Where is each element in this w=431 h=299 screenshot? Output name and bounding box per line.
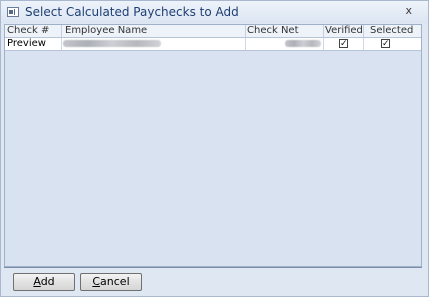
paychecks-grid: Check # Employee Name Check Net Verified… xyxy=(4,24,422,267)
column-divider xyxy=(245,25,246,37)
button-bar: Add Cancel xyxy=(4,267,422,294)
cell-check-number: Preview xyxy=(7,38,46,49)
cancel-button[interactable]: Cancel xyxy=(80,273,142,291)
column-header-verified[interactable]: Verified xyxy=(325,25,363,37)
dialog-window: Select Calculated Paychecks to Add x Che… xyxy=(0,0,429,297)
cell-divider xyxy=(245,38,246,50)
add-button[interactable]: Add xyxy=(13,273,75,291)
add-button-accesskey: A xyxy=(33,275,41,288)
cell-divider xyxy=(363,38,364,50)
table-row[interactable]: Preview ✓ ✓ xyxy=(5,38,421,51)
selected-checkbox[interactable]: ✓ xyxy=(381,39,390,49)
column-header-check-number[interactable]: Check # xyxy=(7,25,49,37)
column-header-selected[interactable]: Selected xyxy=(370,25,413,37)
column-divider xyxy=(363,25,364,37)
column-divider xyxy=(323,25,324,37)
verified-checkbox[interactable]: ✓ xyxy=(339,39,348,49)
cell-divider xyxy=(323,38,324,50)
column-divider xyxy=(61,25,62,37)
app-window-icon xyxy=(7,7,19,17)
column-header-check-net[interactable]: Check Net xyxy=(247,25,299,37)
grid-header: Check # Employee Name Check Net Verified… xyxy=(5,25,421,38)
cancel-button-label: ancel xyxy=(100,275,130,288)
redacted-employee-name xyxy=(63,40,161,47)
title-bar[interactable]: Select Calculated Paychecks to Add x xyxy=(1,1,428,23)
column-header-employee-name[interactable]: Employee Name xyxy=(65,25,147,37)
window-title: Select Calculated Paychecks to Add xyxy=(25,5,239,19)
close-icon[interactable]: x xyxy=(405,4,412,17)
cell-divider xyxy=(61,38,62,50)
add-button-label: dd xyxy=(40,275,55,288)
cancel-button-accesskey: C xyxy=(92,275,101,288)
redacted-check-net xyxy=(285,40,321,47)
